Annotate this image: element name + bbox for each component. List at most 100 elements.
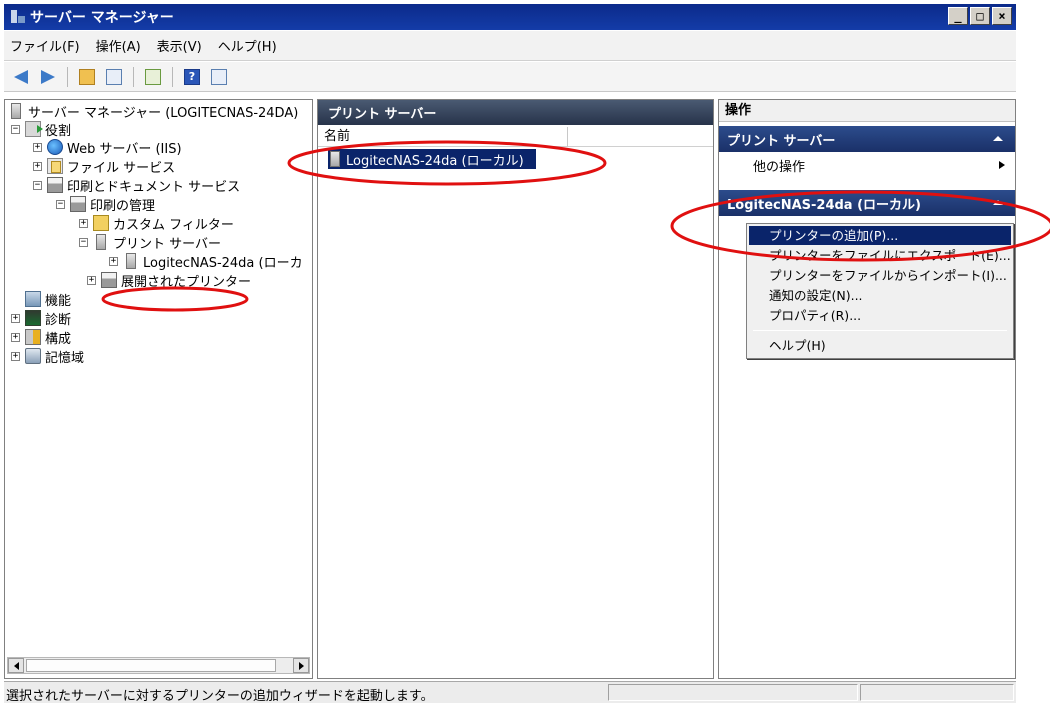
back-button[interactable] xyxy=(10,66,32,88)
tree-item-label: 役割 xyxy=(45,123,72,139)
close-button[interactable]: × xyxy=(992,7,1012,25)
back-arrow-icon xyxy=(14,69,28,84)
tree-item-label: 展開されたプリンター xyxy=(121,274,252,290)
scroll-thumb[interactable] xyxy=(26,659,276,672)
collapse-icon[interactable] xyxy=(993,200,1003,205)
menu-item-properties[interactable]: プロパティ(R)... xyxy=(749,306,1011,325)
menu-item-import-printers[interactable]: プリンターをファイルからインポート(I)... xyxy=(749,266,1011,285)
action-other-actions[interactable]: 他の操作 xyxy=(719,152,1015,178)
tree-item-file-services[interactable]: + ファイル サービス xyxy=(33,157,175,176)
toolbar-separator xyxy=(133,66,134,87)
collapse-toggle[interactable]: − xyxy=(56,199,65,209)
collapse-toggle[interactable]: − xyxy=(11,124,20,134)
menu-item-notifications[interactable]: 通知の設定(N)... xyxy=(749,286,1011,305)
action-group-print-server[interactable]: プリント サーバー xyxy=(719,126,1015,152)
tree-item-label: プリント サーバー xyxy=(113,236,222,252)
printer-icon xyxy=(70,196,86,212)
expand-toggle[interactable]: + xyxy=(87,275,96,285)
result-pane-header: プリント サーバー xyxy=(318,100,713,125)
expand-toggle[interactable]: + xyxy=(11,332,20,342)
minimize-button[interactable]: _ xyxy=(948,7,968,25)
expand-toggle[interactable]: + xyxy=(109,256,118,266)
tree-item-label: Web サーバー (IIS) xyxy=(67,141,182,157)
show-hide-action-button[interactable] xyxy=(208,66,230,88)
show-hide-tree-button[interactable] xyxy=(103,66,125,88)
menu-action[interactable]: 操作(A) xyxy=(96,36,141,55)
tree-item-print-management[interactable]: − 印刷の管理 xyxy=(56,195,156,214)
expand-toggle[interactable]: + xyxy=(33,161,42,171)
tree-item-configuration[interactable]: + 構成 xyxy=(11,328,72,347)
action-pane: 操作 プリント サーバー 他の操作 LogitecNAS-24da (ローカル) xyxy=(718,99,1016,679)
tree-item-root[interactable]: サーバー マネージャー (LOGITECNAS-24DA) xyxy=(8,102,298,121)
expand-toggle[interactable]: + xyxy=(79,218,88,228)
server-icon xyxy=(126,253,136,269)
menu-item-export-printers[interactable]: プリンターをファイルにエクスポート(E)... xyxy=(749,246,1011,265)
tree-item-web-server[interactable]: + Web サーバー (IIS) xyxy=(33,138,182,157)
status-bar: 選択されたサーバーに対するプリンターの追加ウィザードを起動します。 xyxy=(4,681,1016,704)
configuration-icon xyxy=(25,329,41,345)
window-title: サーバー マネージャー xyxy=(30,10,174,26)
tree-item-features[interactable]: 機能 xyxy=(11,290,71,309)
tree-item-logitec-server[interactable]: + LogitecNAS-24da (ローカ xyxy=(109,252,303,271)
column-header-blank[interactable] xyxy=(568,127,713,147)
tree-item-print-servers[interactable]: − プリント サーバー xyxy=(79,233,222,252)
result-pane: プリント サーバー 名前 LogitecNAS-24da (ローカル) xyxy=(317,99,714,679)
console-tree[interactable]: サーバー マネージャー (LOGITECNAS-24DA) − 役割 + Web… xyxy=(4,99,313,679)
tree-item-custom-filters[interactable]: + カスタム フィルター xyxy=(79,214,234,233)
tree-item-label: 記憶域 xyxy=(45,350,85,366)
forward-button[interactable] xyxy=(37,66,59,88)
server-manager-icon xyxy=(11,103,21,119)
menu-separator xyxy=(753,330,1007,331)
globe-icon xyxy=(47,139,63,155)
tree-item-storage[interactable]: + 記憶域 xyxy=(11,347,85,366)
collapse-icon[interactable] xyxy=(993,136,1003,141)
storage-icon xyxy=(25,348,41,364)
help-button[interactable]: ? xyxy=(181,66,203,88)
menu-bar: ファイル(F) 操作(A) 表示(V) ヘルプ(H) xyxy=(4,31,1016,61)
collapse-toggle[interactable]: − xyxy=(33,180,42,190)
help-icon: ? xyxy=(184,68,200,85)
expand-toggle[interactable]: + xyxy=(11,351,20,361)
expand-toggle[interactable]: + xyxy=(33,142,42,152)
action-pane-title: 操作 xyxy=(719,100,1015,122)
action-group-label: LogitecNAS-24da (ローカル) xyxy=(727,197,921,213)
printer-icon xyxy=(47,177,63,193)
export-list-button[interactable] xyxy=(142,66,164,88)
list-item[interactable]: LogitecNAS-24da (ローカル) xyxy=(328,149,536,169)
menu-help[interactable]: ヘルプ(H) xyxy=(218,36,277,55)
scroll-right-icon xyxy=(298,661,304,670)
menu-item-add-printer[interactable]: プリンターの追加(P)... xyxy=(749,226,1011,245)
action-item-label: 他の操作 xyxy=(753,159,806,175)
scroll-right-button[interactable] xyxy=(293,658,309,673)
tree-item-label: 印刷とドキュメント サービス xyxy=(67,179,241,195)
show-hide-action-icon xyxy=(211,68,227,85)
column-header-row: 名前 xyxy=(318,127,713,147)
tree-item-roles[interactable]: − 役割 xyxy=(11,120,72,139)
menu-view[interactable]: 表示(V) xyxy=(157,36,202,55)
forward-arrow-icon xyxy=(41,69,55,84)
tree-horizontal-scrollbar[interactable] xyxy=(7,657,310,674)
collapse-toggle[interactable]: − xyxy=(79,237,88,247)
status-text: 選択されたサーバーに対するプリンターの追加ウィザードを起動します。 xyxy=(6,689,434,704)
tree-item-label: 構成 xyxy=(45,331,72,347)
menu-file[interactable]: ファイル(F) xyxy=(10,36,80,55)
scroll-left-icon xyxy=(13,661,19,670)
toolbar-separator xyxy=(172,66,173,87)
toolbar: ? xyxy=(4,62,1016,92)
tree-item-deployed-printers[interactable]: + 展開されたプリンター xyxy=(87,271,252,290)
list-item-label: LogitecNAS-24da (ローカル) xyxy=(346,153,524,169)
column-header-name[interactable]: 名前 xyxy=(318,127,568,147)
maximize-button[interactable]: □ xyxy=(970,7,990,25)
tree-item-print-services[interactable]: − 印刷とドキュメント サービス xyxy=(33,176,241,195)
tree-item-diagnostics[interactable]: + 診断 xyxy=(11,309,71,328)
expand-toggle[interactable]: + xyxy=(11,313,20,323)
printer-icon xyxy=(101,272,117,288)
tree-item-label: 印刷の管理 xyxy=(90,198,156,214)
features-icon xyxy=(25,291,41,307)
diagnostics-icon xyxy=(25,310,41,326)
action-group-logitec[interactable]: LogitecNAS-24da (ローカル) xyxy=(719,190,1015,216)
submenu-arrow-icon xyxy=(999,161,1005,169)
up-button[interactable] xyxy=(76,66,98,88)
scroll-left-button[interactable] xyxy=(8,658,24,673)
menu-item-help[interactable]: ヘルプ(H) xyxy=(749,336,1011,355)
